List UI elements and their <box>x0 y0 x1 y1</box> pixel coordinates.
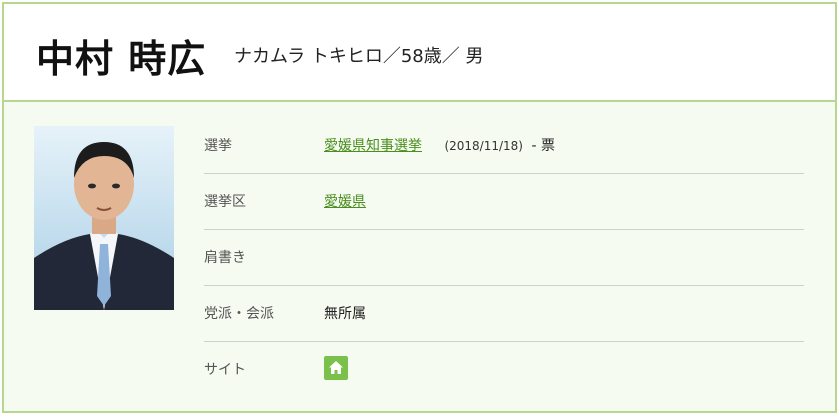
site-value <box>324 342 348 398</box>
candidate-kana-age-gender: ナカムラ トキヒロ／58歳／ 男 <box>234 46 484 67</box>
detail-row-district: 選挙区 愛媛県 <box>204 174 804 230</box>
detail-row-election: 選挙 愛媛県知事選挙 (2018/11/18) - 票 <box>204 118 804 174</box>
district-value: 愛媛県 <box>324 174 366 230</box>
candidate-header: 中村 時広 ナカムラ トキヒロ／58歳／ 男 <box>4 4 835 102</box>
election-votes: - 票 <box>531 138 555 154</box>
election-value: 愛媛県知事選挙 (2018/11/18) - 票 <box>324 118 555 174</box>
home-icon[interactable] <box>324 356 348 380</box>
detail-row-title: 肩書き <box>204 230 804 286</box>
election-date: (2018/11/18) <box>444 139 523 153</box>
election-link[interactable]: 愛媛県知事選挙 <box>324 138 422 154</box>
title-label: 肩書き <box>204 250 246 266</box>
district-link[interactable]: 愛媛県 <box>324 194 366 210</box>
party-value: 無所属 <box>324 306 366 322</box>
candidate-photo <box>34 126 174 310</box>
candidate-details-panel: 選挙 愛媛県知事選挙 (2018/11/18) - 票 選挙区 愛媛県 肩書き … <box>4 102 835 411</box>
district-label: 選挙区 <box>204 194 246 210</box>
detail-row-party: 党派・会派 無所属 <box>204 286 804 342</box>
detail-row-site: サイト <box>204 342 804 398</box>
site-label: サイト <box>204 362 246 378</box>
election-label: 選挙 <box>204 138 232 154</box>
details-list: 選挙 愛媛県知事選挙 (2018/11/18) - 票 選挙区 愛媛県 肩書き … <box>204 118 804 398</box>
party-label: 党派・会派 <box>204 306 274 322</box>
candidate-card: 中村 時広 ナカムラ トキヒロ／58歳／ 男 選挙 愛媛県知事選挙 (2018/… <box>2 2 837 413</box>
candidate-name: 中村 時広 <box>36 37 207 81</box>
